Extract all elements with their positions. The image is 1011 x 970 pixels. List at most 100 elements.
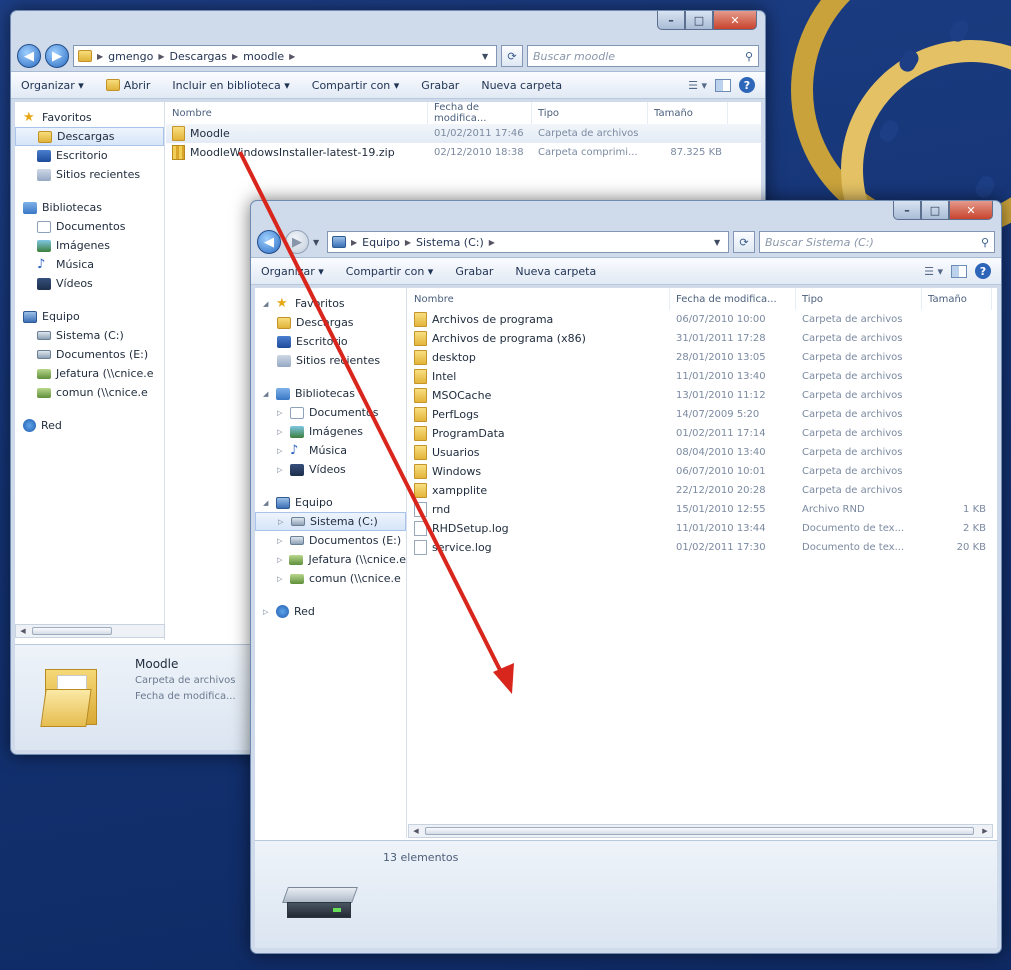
expand-icon[interactable]: ▷ [277, 428, 285, 436]
nav-item-system-drive[interactable]: ▷ Sistema (C:) [255, 512, 406, 531]
nav-item-pictures[interactable]: ▷ Imágenes [255, 422, 406, 441]
nav-item-documents[interactable]: Documentos [15, 217, 164, 236]
maximize-button[interactable]: □ [921, 201, 949, 220]
nav-item-favorites[interactable]: ◢ ★ Favoritos [255, 294, 406, 313]
file-row[interactable]: desktop 28/01/2010 13:05 Carpeta de archiv… [408, 348, 997, 367]
maximize-button[interactable]: □ [685, 11, 713, 30]
organize-menu[interactable]: Organizar ▾ [21, 79, 84, 92]
address-bar[interactable]: ▶ Equipo ▶ Sistema (C:) ▶ ▼ [327, 231, 729, 253]
expand-icon[interactable]: ▷ [277, 537, 285, 545]
expand-icon[interactable]: ▷ [278, 518, 286, 526]
breadcrumb-item[interactable]: Sistema (C:) [416, 236, 484, 249]
column-header-size[interactable]: Tamaño [648, 102, 728, 124]
scroll-left-icon[interactable]: ◀ [409, 825, 423, 837]
close-button[interactable]: ✕ [713, 11, 757, 30]
column-header-name[interactable]: Nombre [408, 288, 670, 310]
breadcrumb-item[interactable]: Descargas [169, 50, 227, 63]
expand-icon[interactable]: ▷ [277, 556, 284, 564]
nav-item-computer[interactable]: ◢ Equipo [255, 493, 406, 512]
minimize-button[interactable]: – [657, 11, 685, 30]
breadcrumb-item[interactable]: Equipo [362, 236, 400, 249]
new-folder-button[interactable]: Nueva carpeta [481, 79, 562, 92]
nav-item-downloads[interactable]: Descargas [255, 313, 406, 332]
expand-icon[interactable]: ▷ [277, 447, 285, 455]
column-header-type[interactable]: Tipo [796, 288, 922, 310]
refresh-button[interactable]: ⟳ [733, 231, 755, 253]
title-bar[interactable]: – □ ✕ [11, 11, 765, 41]
column-header-size[interactable]: Tamaño [922, 288, 992, 310]
expand-icon[interactable]: ▷ [277, 575, 285, 583]
file-row[interactable]: xampplite 22/12/2010 20:28 Carpeta de arch… [408, 481, 997, 500]
nav-item-favorites[interactable]: ★ Favoritos [15, 108, 164, 127]
refresh-button[interactable]: ⟳ [501, 45, 523, 67]
column-header-name[interactable]: Nombre [166, 102, 428, 124]
expand-icon[interactable]: ▷ [277, 409, 285, 417]
nav-item-recent[interactable]: Sitios recientes [15, 165, 164, 184]
scroll-left-icon[interactable]: ◀ [16, 625, 30, 637]
nav-horizontal-scrollbar[interactable]: ◀ [15, 624, 165, 638]
organize-menu[interactable]: Organizar ▾ [261, 265, 324, 278]
nav-item-desktop[interactable]: Escritorio [15, 146, 164, 165]
file-row[interactable]: Usuarios 08/04/2010 13:40 Carpeta de archi… [408, 443, 997, 462]
column-header-date[interactable]: Fecha de modifica... [428, 102, 532, 124]
share-with-menu[interactable]: Compartir con ▾ [312, 79, 400, 92]
nav-item-system-drive[interactable]: Sistema (C:) [15, 326, 164, 345]
nav-item-documents-drive[interactable]: ▷ Documentos (E:) [255, 531, 406, 550]
file-row[interactable]: MSOCache 13/01/2010 11:12 Carpeta de archi… [408, 386, 997, 405]
forward-button[interactable]: ▶ [45, 44, 69, 68]
nav-item-music[interactable]: ▷ ♪ Música [255, 441, 406, 460]
burn-button[interactable]: Grabar [421, 79, 459, 92]
nav-item-network[interactable]: ▷ Red [255, 602, 406, 621]
change-view-icon[interactable]: ☰ ▾ [924, 265, 943, 278]
nav-item-music[interactable]: ♪ Música [15, 255, 164, 274]
file-list-horizontal-scrollbar[interactable]: ◀ ▶ [408, 824, 993, 838]
title-bar[interactable]: – □ ✕ [251, 201, 1001, 227]
file-row[interactable]: MoodleWindowsInstaller-latest-19.zip 02/… [166, 143, 761, 162]
nav-item-documents-drive[interactable]: Documentos (E:) [15, 345, 164, 364]
breadcrumb-item[interactable]: gmengo [108, 50, 153, 63]
expand-icon[interactable]: ▷ [263, 608, 271, 616]
open-button[interactable]: Abrir [105, 79, 150, 92]
nav-item-jefatura[interactable]: Jefatura (\\cnice.e [15, 364, 164, 383]
collapse-icon[interactable]: ◢ [263, 300, 271, 308]
file-row[interactable]: Moodle 01/02/2011 17:46 Carpeta de archi… [166, 124, 761, 143]
chevron-down-icon[interactable]: ▼ [482, 52, 492, 61]
file-row[interactable]: Intel 11/01/2010 13:40 Carpeta de archivos [408, 367, 997, 386]
back-button[interactable]: ◀ [257, 230, 281, 254]
nav-item-documents[interactable]: ▷ Documentos [255, 403, 406, 422]
change-view-icon[interactable]: ☰ ▾ [688, 79, 707, 92]
help-icon[interactable]: ? [739, 77, 755, 93]
nav-item-videos[interactable]: ▷ Vídeos [255, 460, 406, 479]
expand-icon[interactable]: ▷ [277, 466, 285, 474]
help-icon[interactable]: ? [975, 263, 991, 279]
nav-item-desktop[interactable]: Escritorio [255, 332, 406, 351]
file-row[interactable]: Windows 06/07/2010 10:01 Carpeta de archiv… [408, 462, 997, 481]
nav-item-libraries[interactable]: Bibliotecas [15, 198, 164, 217]
nav-item-recent[interactable]: Sitios recientes [255, 351, 406, 370]
breadcrumb-item[interactable]: moodle [243, 50, 284, 63]
nav-item-computer[interactable]: Equipo [15, 307, 164, 326]
preview-pane-icon[interactable] [951, 264, 967, 278]
file-row[interactable]: Archivos de programa 06/07/2010 10:00 Carp… [408, 310, 997, 329]
nav-item-network[interactable]: Red [15, 416, 164, 435]
nav-item-comun[interactable]: comun (\\cnice.e [15, 383, 164, 402]
file-row[interactable]: service.log 01/02/2011 17:30 Documento de … [408, 538, 997, 557]
close-button[interactable]: ✕ [949, 201, 993, 220]
nav-item-libraries[interactable]: ◢ Bibliotecas [255, 384, 406, 403]
recent-pages-icon[interactable]: ▼ [313, 238, 323, 247]
search-input[interactable]: Buscar moodle ⚲ [527, 45, 759, 67]
nav-item-downloads[interactable]: Descargas [15, 127, 164, 146]
new-folder-button[interactable]: Nueva carpeta [515, 265, 596, 278]
file-row[interactable]: RHDSetup.log 11/01/2010 13:44 Documento de… [408, 519, 997, 538]
nav-item-pictures[interactable]: Imágenes [15, 236, 164, 255]
preview-pane-icon[interactable] [715, 78, 731, 92]
column-header-date[interactable]: Fecha de modifica... [670, 288, 796, 310]
nav-item-videos[interactable]: Vídeos [15, 274, 164, 293]
include-in-library-menu[interactable]: Incluir en biblioteca ▾ [172, 79, 289, 92]
scrollbar-thumb[interactable] [32, 627, 112, 635]
file-row[interactable]: ProgramData 01/02/2011 17:14 Carpeta de ar… [408, 424, 997, 443]
scrollbar-thumb[interactable] [425, 827, 974, 835]
search-input[interactable]: Buscar Sistema (C:) ⚲ [759, 231, 995, 253]
share-with-menu[interactable]: Compartir con ▾ [346, 265, 434, 278]
scroll-right-icon[interactable]: ▶ [978, 825, 992, 837]
